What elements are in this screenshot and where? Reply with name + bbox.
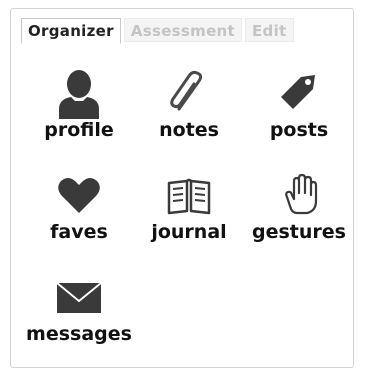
envelope-icon [49, 271, 109, 319]
open-book-icon [159, 169, 219, 217]
journal-item[interactable]: journal [134, 169, 244, 243]
profile-label: profile [44, 119, 114, 141]
gestures-label: gestures [252, 221, 346, 243]
paperclip-icon [159, 67, 219, 115]
user-silhouette-icon [49, 67, 109, 119]
posts-item[interactable]: posts [244, 67, 354, 141]
organizer-grid: profile notes posts faves journal gestur… [11, 9, 353, 367]
notes-item[interactable]: notes [134, 67, 244, 141]
hand-icon [269, 169, 329, 217]
journal-label: journal [151, 221, 227, 243]
heart-icon [49, 169, 109, 217]
organizer-panel: Organizer Assessment Edit profile notes [10, 8, 354, 368]
faves-item[interactable]: faves [24, 169, 134, 243]
notes-label: notes [159, 119, 219, 141]
messages-item[interactable]: messages [24, 271, 134, 345]
profile-item[interactable]: profile [24, 67, 134, 141]
posts-label: posts [269, 119, 329, 141]
messages-label: messages [26, 323, 132, 345]
tag-icon [269, 67, 329, 115]
faves-label: faves [50, 221, 108, 243]
gestures-item[interactable]: gestures [244, 169, 354, 243]
